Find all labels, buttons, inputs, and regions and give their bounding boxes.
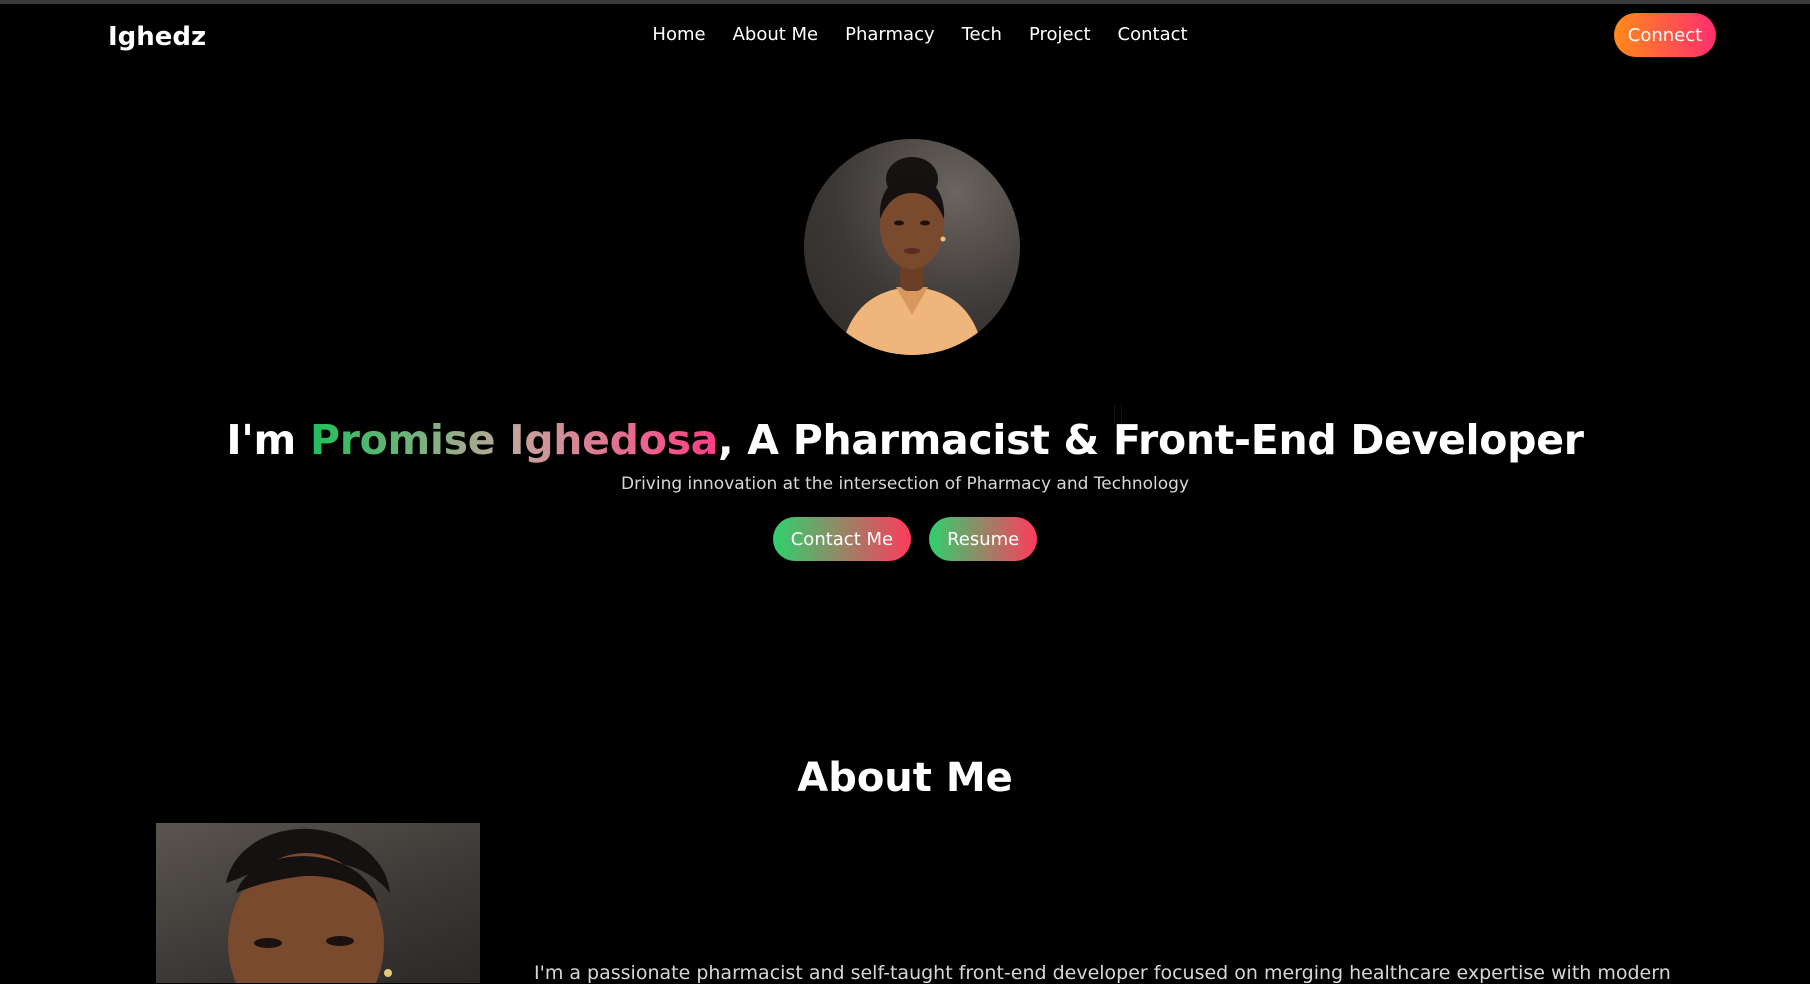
contact-me-button[interactable]: Contact Me xyxy=(772,517,912,561)
nav-tech[interactable]: Tech xyxy=(962,24,1002,45)
connect-button[interactable]: Connect xyxy=(1614,13,1716,57)
about-portrait-illustration xyxy=(226,828,392,983)
hero-name: Promise Ighedosa xyxy=(309,416,719,465)
portrait-illustration xyxy=(840,157,984,355)
hero-title-prefix: I'm xyxy=(226,416,310,465)
about-photo xyxy=(156,823,480,983)
hero-subtitle: Driving innovation at the intersection o… xyxy=(620,474,1190,494)
resume-button[interactable]: Resume xyxy=(929,517,1038,561)
text-cursor-icon xyxy=(1114,404,1122,424)
nav-home[interactable]: Home xyxy=(652,24,705,45)
navbar: Ighedz Home About Me Pharmacy Tech Proje… xyxy=(0,4,1810,68)
hero-title-suffix: , A Pharmacist & Front-End Developer xyxy=(718,416,1584,465)
nav-links: Home About Me Pharmacy Tech Project Cont… xyxy=(0,24,1810,45)
hero-profile-photo xyxy=(804,139,1020,355)
nav-contact[interactable]: Contact xyxy=(1118,24,1188,45)
nav-project[interactable]: Project xyxy=(1029,24,1091,45)
nav-pharmacy[interactable]: Pharmacy xyxy=(845,24,935,45)
hero-heading: I'm Promise Ighedosa, A Pharmacist & Fro… xyxy=(0,416,1810,464)
nav-about-me[interactable]: About Me xyxy=(733,24,819,45)
hero-button-row: Contact Me Resume xyxy=(0,517,1810,561)
about-paragraph: I'm a passionate pharmacist and self-tau… xyxy=(534,962,1671,984)
about-section-title: About Me xyxy=(797,755,1013,802)
